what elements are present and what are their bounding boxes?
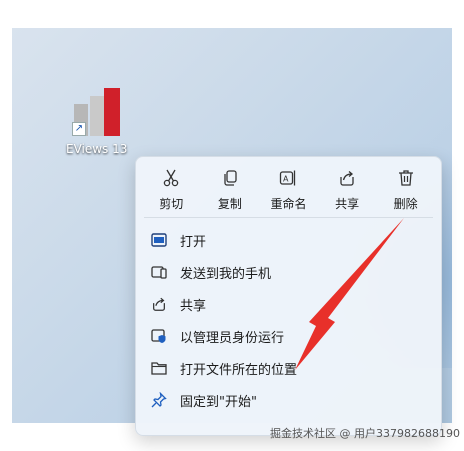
menu-item-pin-to-start[interactable]: 固定到"开始" xyxy=(136,384,441,416)
share-icon xyxy=(150,295,168,313)
desktop-icon-label: EViews 13 xyxy=(66,142,128,156)
copy-label: 复制 xyxy=(217,197,242,211)
context-menu: 剪切 复制 A 重命名 共享 删除 打开 发送到我的手机 共享 以管理员身份运行… xyxy=(135,156,442,436)
menu-item-label: 打开文件所在的位置 xyxy=(180,362,298,378)
copy-icon xyxy=(202,167,258,189)
delete-button[interactable]: 删除 xyxy=(378,167,434,217)
menu-item-run-as-admin[interactable]: 以管理员身份运行 xyxy=(136,320,441,352)
watermark-text: 掘金技术社区 @ 用户337982688190 xyxy=(270,427,460,440)
menu-item-label: 打开 xyxy=(180,234,207,250)
cut-icon xyxy=(143,167,199,189)
share-button[interactable]: 共享 xyxy=(319,167,375,217)
menu-item-label: 固定到"开始" xyxy=(180,394,257,410)
menu-item-open-file-location[interactable]: 打开文件所在的位置 xyxy=(136,352,441,384)
menu-item-send-to-phone[interactable]: 发送到我的手机 xyxy=(136,256,441,288)
pin-icon xyxy=(150,391,168,409)
shield-icon xyxy=(150,327,168,345)
menu-item-open[interactable]: 打开 xyxy=(136,224,441,256)
rename-label: 重命名 xyxy=(270,197,307,211)
share-icon xyxy=(319,167,375,189)
cut-label: 剪切 xyxy=(159,197,184,211)
rename-icon: A xyxy=(260,167,316,189)
phone-icon xyxy=(150,263,168,281)
menu-item-label: 以管理员身份运行 xyxy=(180,330,285,346)
open-icon xyxy=(150,231,168,249)
folder-icon xyxy=(150,359,168,377)
share-label: 共享 xyxy=(335,197,360,211)
shortcut-arrow-icon: ↗ xyxy=(72,122,86,136)
delete-icon xyxy=(378,167,434,189)
menu-item-label: 共享 xyxy=(180,298,207,314)
copy-button[interactable]: 复制 xyxy=(202,167,258,217)
eviews-app-icon: ↗ xyxy=(72,88,120,136)
delete-label: 删除 xyxy=(393,197,418,211)
rename-button[interactable]: A 重命名 xyxy=(260,167,316,217)
context-menu-toolbar: 剪切 复制 A 重命名 共享 删除 xyxy=(136,157,441,217)
menu-item-share[interactable]: 共享 xyxy=(136,288,441,320)
svg-text:A: A xyxy=(283,175,289,184)
eviews-desktop-shortcut[interactable]: ↗ EViews 13 xyxy=(66,88,136,168)
cut-button[interactable]: 剪切 xyxy=(143,167,199,217)
context-menu-items: 打开 发送到我的手机 共享 以管理员身份运行 打开文件所在的位置 固定到"开始" xyxy=(136,218,441,416)
menu-item-label: 发送到我的手机 xyxy=(180,266,272,282)
